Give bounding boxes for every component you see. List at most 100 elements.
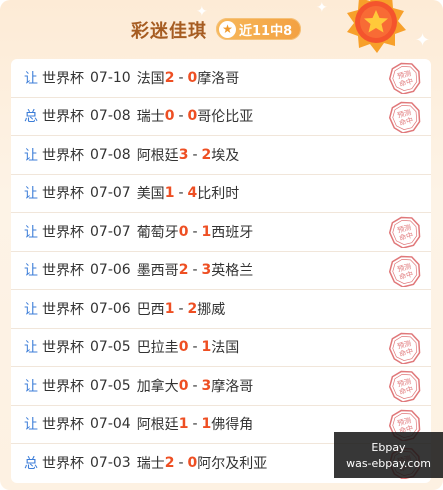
- home-team: 墨西哥: [136, 263, 179, 280]
- match-date: 07-07: [90, 185, 131, 202]
- prediction-hit-stamp: 预测命中: [389, 216, 421, 248]
- score-separator: -: [178, 69, 184, 86]
- score-separator: -: [192, 223, 198, 240]
- expert-record-card: ✦ ✦ ✦ 彩迷佳琪 ★ 近11中8 让世界杯 07-10 法国 2-0 摩洛哥 预测 命中…: [0, 0, 443, 490]
- competition: 世界杯: [42, 147, 84, 164]
- home-score: 1: [164, 300, 175, 317]
- home-score: 2: [164, 69, 175, 86]
- competition: 世界杯: [42, 70, 84, 87]
- score-separator: -: [192, 339, 198, 356]
- home-team: 阿根廷: [136, 147, 179, 164]
- match-date: 07-08: [90, 146, 131, 163]
- match-date: 07-05: [90, 339, 131, 356]
- away-team: 挪威: [197, 301, 226, 318]
- competition: 世界杯: [42, 186, 84, 203]
- streak-badge: ★ 近11中8: [216, 18, 302, 40]
- away-score: 1: [201, 339, 212, 356]
- match-row[interactable]: 让世界杯 07-07 葡萄牙 0-1 西班牙 预测 命中: [11, 213, 431, 252]
- home-team: 阿根廷: [136, 417, 179, 434]
- match-row[interactable]: 让世界杯 07-10 法国 2-0 摩洛哥 预测 命中: [11, 59, 431, 98]
- away-score: 0: [187, 69, 198, 86]
- competition: 世界杯: [42, 456, 84, 473]
- match-row[interactable]: 总世界杯 07-08 瑞士 0-0 哥伦比亚 预测 命中: [11, 98, 431, 136]
- score-separator: -: [178, 185, 184, 202]
- away-score: 2: [187, 300, 198, 317]
- competition: 世界杯: [42, 224, 84, 241]
- competition: 世界杯: [42, 417, 84, 434]
- card-header: ✦ ✦ ✦ 彩迷佳琪 ★ 近11中8: [0, 0, 443, 58]
- watermark: Ebpay was-ebpay.com: [334, 432, 443, 478]
- streak-text: 近11中8: [239, 23, 293, 39]
- home-score: 1: [164, 185, 175, 202]
- star-icon: ★: [219, 20, 236, 38]
- match-date: 07-03: [90, 455, 131, 472]
- away-team: 佛得角: [211, 417, 254, 434]
- match-row[interactable]: 让世界杯 07-05 加拿大 0-3 摩洛哥 预测 命中: [11, 367, 431, 406]
- away-score: 3: [201, 377, 212, 394]
- watermark-line-2: was-ebpay.com: [346, 457, 431, 470]
- prediction-hit-stamp: 预测命中: [389, 62, 421, 94]
- bet-type: 总: [24, 456, 38, 473]
- match-row[interactable]: 让世界杯 07-07 美国 1-4 比利时: [11, 175, 431, 213]
- away-team: 比利时: [197, 186, 240, 203]
- home-team: 葡萄牙: [136, 224, 179, 241]
- bet-type: 总: [24, 109, 38, 126]
- competition: 世界杯: [42, 378, 84, 395]
- medal-icon: [347, 0, 406, 53]
- bet-type: 让: [24, 417, 38, 434]
- home-team: 美国: [136, 186, 165, 203]
- bet-type: 让: [24, 147, 38, 164]
- away-score: 1: [201, 416, 212, 433]
- score-separator: -: [178, 108, 184, 125]
- away-score: 3: [201, 262, 212, 279]
- bet-type: 让: [24, 340, 38, 357]
- away-score: 0: [187, 455, 198, 472]
- bet-type: 让: [24, 224, 38, 241]
- home-team: 加拿大: [136, 378, 179, 395]
- score-separator: -: [178, 300, 184, 317]
- bet-type: 让: [24, 70, 38, 87]
- prediction-hit-stamp: 预测命中: [389, 101, 421, 133]
- score-separator: -: [192, 146, 198, 163]
- expert-name: 彩迷佳琪: [131, 21, 207, 42]
- home-score: 0: [178, 339, 189, 356]
- home-score: 1: [178, 416, 189, 433]
- sparkle-icon: ✦: [415, 30, 431, 51]
- home-team: 巴拉圭: [136, 340, 179, 357]
- home-score: 0: [178, 223, 189, 240]
- bet-type: 让: [24, 378, 38, 395]
- away-score: 2: [201, 146, 212, 163]
- match-row[interactable]: 让世界杯 07-08 阿根廷 3-2 埃及: [11, 136, 431, 175]
- score-separator: -: [192, 262, 198, 279]
- away-team: 英格兰: [211, 263, 254, 280]
- prediction-hit-stamp: 预测命中: [389, 255, 421, 287]
- home-score: 0: [164, 108, 175, 125]
- match-row[interactable]: 让世界杯 07-06 墨西哥 2-3 英格兰 预测 命中: [11, 252, 431, 290]
- away-team: 摩洛哥: [211, 378, 254, 395]
- away-team: 阿尔及利亚: [197, 456, 268, 473]
- score-separator: -: [192, 416, 198, 433]
- home-score: 2: [178, 262, 189, 279]
- match-row[interactable]: 让世界杯 07-06 巴西 1-2 挪威: [11, 290, 431, 329]
- match-date: 07-06: [90, 300, 131, 317]
- away-team: 法国: [211, 340, 240, 357]
- home-score: 0: [178, 377, 189, 394]
- home-score: 3: [178, 146, 189, 163]
- away-team: 埃及: [211, 147, 240, 164]
- match-row[interactable]: 让世界杯 07-05 巴拉圭 0-1 法国 预测 命中: [11, 329, 431, 367]
- match-date: 07-05: [90, 377, 131, 394]
- match-date: 07-10: [90, 69, 131, 86]
- match-date: 07-04: [90, 416, 131, 433]
- sparkle-icon: ✦: [316, 0, 328, 16]
- bet-type: 让: [24, 263, 38, 280]
- competition: 世界杯: [42, 109, 84, 126]
- home-team: 瑞士: [136, 456, 165, 473]
- competition: 世界杯: [42, 263, 84, 280]
- score-separator: -: [178, 455, 184, 472]
- home-team: 巴西: [136, 301, 165, 318]
- away-score: 1: [201, 223, 212, 240]
- away-score: 0: [187, 108, 198, 125]
- bet-type: 让: [24, 301, 38, 318]
- competition: 世界杯: [42, 301, 84, 318]
- away-team: 摩洛哥: [197, 70, 240, 87]
